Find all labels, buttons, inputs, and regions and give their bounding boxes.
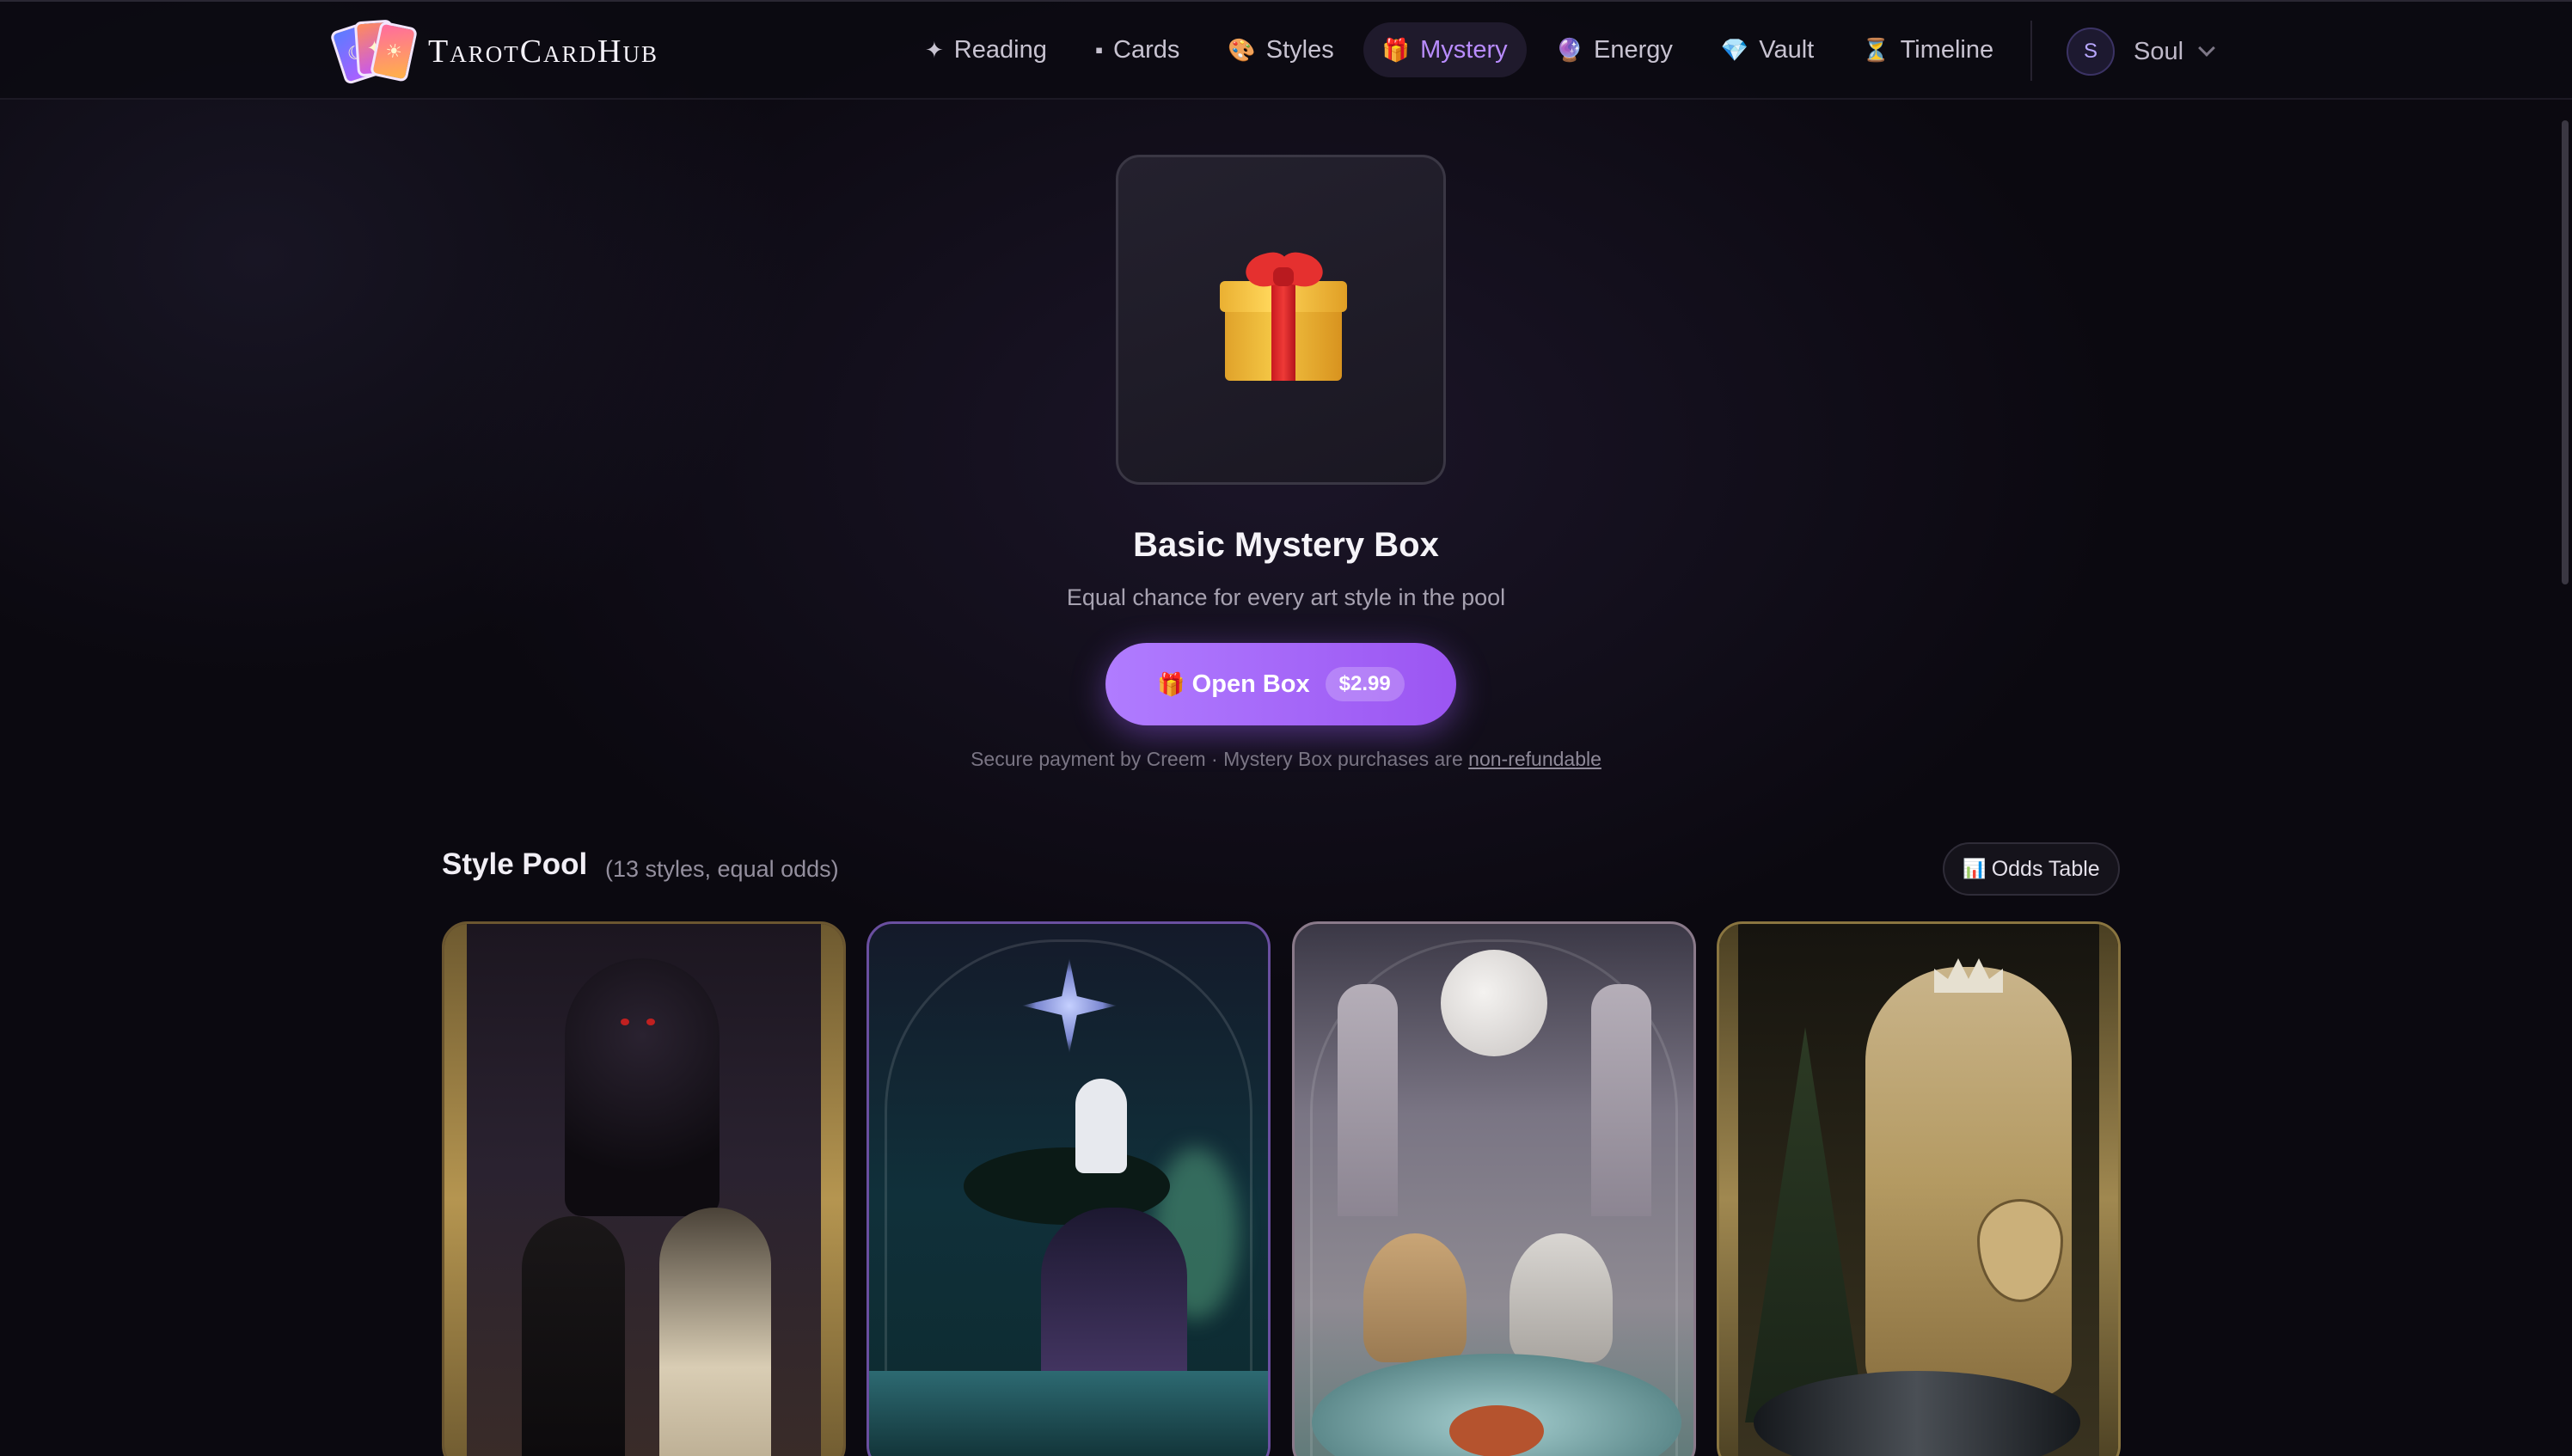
- user-name: Soul: [2134, 37, 2184, 65]
- nav-item-label: Reading: [953, 35, 1047, 64]
- user-menu[interactable]: S Soul: [2067, 28, 2215, 76]
- gift-box-icon: [1220, 248, 1347, 382]
- style-card-gothic-lovers[interactable]: [442, 921, 846, 1456]
- tarot-cards-logo-icon: ☾ ✦ ☀: [329, 19, 419, 86]
- odds-table-button[interactable]: 📊 Odds Table: [1943, 842, 2120, 896]
- nav-item-label: Styles: [1265, 35, 1334, 64]
- price-badge: $2.99: [1325, 667, 1405, 701]
- brand-logo[interactable]: ☾ ✦ ☀ TarotCardHub: [329, 19, 659, 86]
- nav-item-energy[interactable]: 🔮 Energy: [1537, 22, 1692, 77]
- style-card-moon-wolves[interactable]: [1292, 921, 1696, 1456]
- nav-item-label: Mystery: [1420, 35, 1508, 64]
- gem-icon: 💎: [1720, 36, 1749, 63]
- nav-item-styles[interactable]: 🎨 Styles: [1209, 22, 1352, 77]
- top-navbar: ☾ ✦ ☀ TarotCardHub ✦ Reading ▪ Cards 🎨 S…: [0, 0, 2572, 100]
- style-pool-title: Style Pool: [442, 847, 588, 881]
- gift-icon: 🎁: [1157, 670, 1185, 697]
- nav-item-label: Vault: [1759, 35, 1815, 64]
- nav-item-label: Cards: [1113, 35, 1180, 64]
- palette-icon: 🎨: [1228, 36, 1256, 63]
- card-icon: ▪: [1094, 36, 1104, 63]
- bar-chart-icon: 📊: [1963, 858, 1987, 879]
- nav-item-cards[interactable]: ▪ Cards: [1076, 22, 1199, 77]
- secure-payment-text: Secure payment by Creem · Mystery Box pu…: [971, 748, 1463, 770]
- nav-item-reading[interactable]: ✦ Reading: [906, 22, 1066, 77]
- nav-item-label: Energy: [1594, 35, 1673, 64]
- sparkle-icon: ✦: [925, 36, 944, 63]
- non-refundable-link[interactable]: non-refundable: [1468, 748, 1601, 770]
- nav-item-label: Timeline: [1900, 35, 1994, 64]
- style-card-aurora-star[interactable]: [867, 921, 1271, 1456]
- avatar: S: [2067, 28, 2115, 76]
- odds-table-label: Odds Table: [1991, 856, 2100, 881]
- scrollbar[interactable]: [2562, 120, 2569, 584]
- nav-divider: [2030, 21, 2032, 81]
- crystal-ball-icon: 🔮: [1555, 36, 1584, 63]
- brand-name: TarotCardHub: [428, 34, 659, 70]
- nav-item-timeline[interactable]: ⏳ Timeline: [1843, 22, 2012, 77]
- gift-icon: 🎁: [1381, 36, 1411, 63]
- style-card-golden-queen[interactable]: [1717, 921, 2121, 1456]
- nav-item-mystery[interactable]: 🎁 Mystery: [1363, 22, 1527, 77]
- nav-menu: ✦ Reading ▪ Cards 🎨 Styles 🎁 Mystery 🔮 E…: [906, 22, 2023, 77]
- open-box-button[interactable]: 🎁 Open Box $2.99: [1105, 643, 1456, 725]
- page-title: Basic Mystery Box: [1133, 526, 1439, 564]
- page-subtitle: Equal chance for every art style in the …: [1066, 584, 1506, 610]
- hourglass-icon: ⏳: [1862, 36, 1890, 63]
- payment-notice: Secure payment by Creem · Mystery Box pu…: [0, 748, 2572, 771]
- nav-item-vault[interactable]: 💎 Vault: [1702, 22, 1833, 77]
- mystery-box-preview: [1116, 155, 1446, 485]
- style-pool-count: (13 styles, equal odds): [605, 856, 839, 882]
- chevron-down-icon: [2198, 40, 2215, 57]
- open-box-label: Open Box: [1191, 670, 1310, 698]
